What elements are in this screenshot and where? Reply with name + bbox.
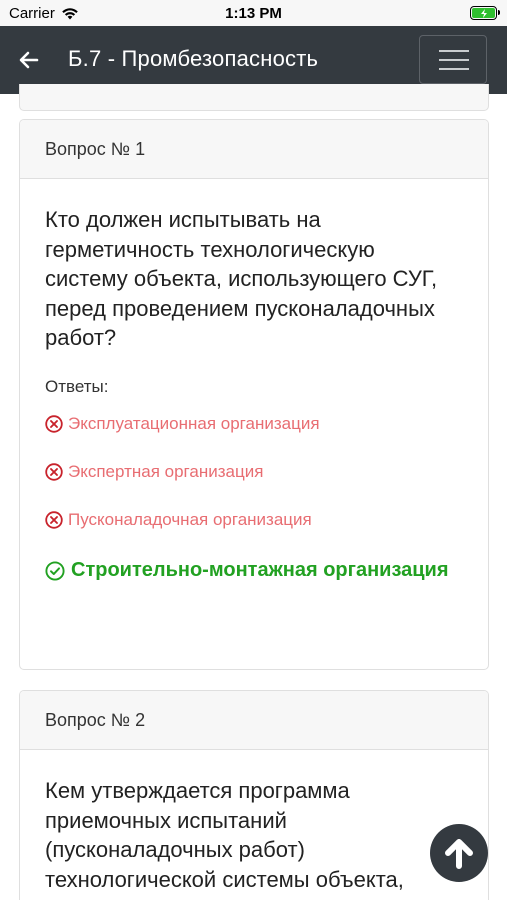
x-circle-icon <box>45 510 63 529</box>
page-title: Б.7 - Промбезопасность <box>68 46 319 71</box>
back-button[interactable] <box>17 48 41 72</box>
arrow-up-icon <box>445 839 473 869</box>
answer-text: Эксплуатационная организация <box>68 413 320 433</box>
previous-card-bottom <box>19 84 489 111</box>
answer-text: Экспертная организация <box>68 461 264 481</box>
status-time: 1:13 PM <box>225 5 282 22</box>
x-circle-icon <box>45 414 63 433</box>
menu-toggle-button[interactable] <box>419 35 487 84</box>
answer-text: Строительно-монтажная организация <box>71 558 449 581</box>
arrow-left-icon <box>19 51 39 69</box>
answer-text: Пусконаладочная организация <box>68 509 312 529</box>
answer-item: Эксплуатационная организация <box>45 413 463 435</box>
scroll-to-top-button[interactable] <box>430 824 488 882</box>
question-header: Вопрос № 1 <box>20 120 488 179</box>
answers-label: Ответы: <box>45 376 109 396</box>
answers-list: Эксплуатационная организация Экспертная … <box>45 413 463 585</box>
question-card: Вопрос № 1 Кто должен испытывать на герм… <box>19 119 489 670</box>
hamburger-icon <box>439 50 469 52</box>
answer-item: Пусконаладочная организация <box>45 509 463 531</box>
charging-bolt-icon <box>480 8 487 18</box>
battery-icon <box>470 6 500 20</box>
question-text: Кто должен испытывать на герметичность т… <box>45 207 438 350</box>
question-card: Вопрос № 2 Кем утверждается программа пр… <box>19 690 489 900</box>
question-header: Вопрос № 2 <box>20 691 488 750</box>
x-circle-icon <box>45 462 63 481</box>
status-bar: Carrier 1:13 PM <box>0 0 507 26</box>
question-text: Кем утверждается программа приемочных ис… <box>45 778 404 900</box>
check-circle-icon <box>45 560 65 581</box>
answer-item: Экспертная организация <box>45 461 463 483</box>
answer-item-correct: Строительно-монтажная организация <box>45 555 463 585</box>
